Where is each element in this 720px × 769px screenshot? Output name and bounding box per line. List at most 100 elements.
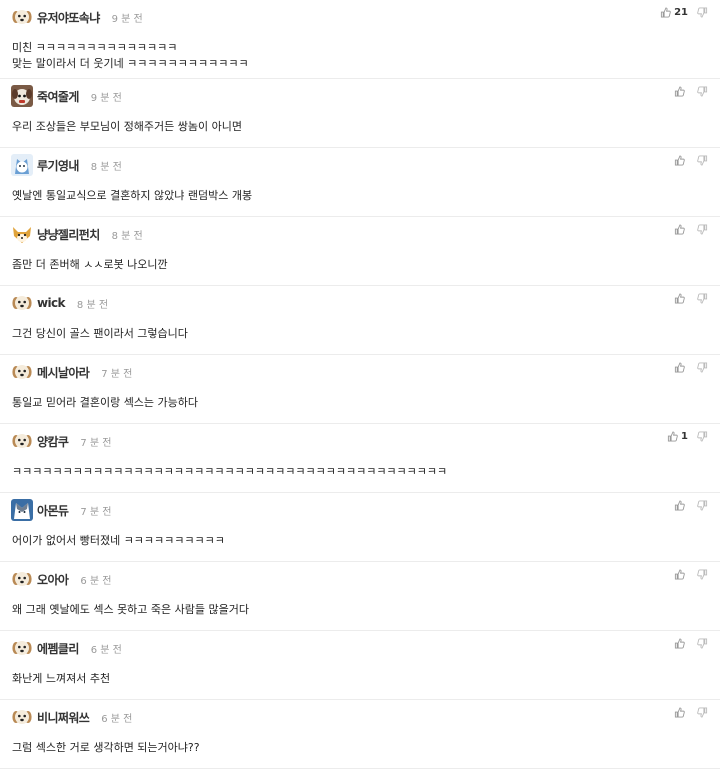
thumbs-down-icon [697,431,708,442]
comment-nickname[interactable]: 메시날아라 [37,364,90,381]
thumbs-up-icon [674,155,685,166]
thumbs-up-icon [674,638,685,649]
dislike-button[interactable] [697,707,708,718]
avatar-puppy-icon[interactable] [11,6,33,28]
avatar-puppy-icon[interactable] [11,361,33,383]
comment-time: 9 분 전 [111,13,143,25]
comment-nickname[interactable]: wick [37,296,66,310]
comment-text-line: 우리 조상들은 부모님이 정해주거든 쌍놈이 아니면 [12,120,243,133]
comment-time: 8 분 전 [111,230,143,242]
thumbs-up-icon [674,362,685,373]
avatar-puppy-icon[interactable] [11,706,33,728]
like-button[interactable] [674,293,688,304]
comment-header: 냥냥젤리펀치 8 분 전 [11,222,720,246]
comment-nickname[interactable]: 오아아 [37,571,69,588]
comment-item: 양캄쿠 7 분 전 ㅋㅋㅋㅋㅋㅋㅋㅋㅋㅋㅋㅋㅋㅋㅋㅋㅋㅋㅋㅋㅋㅋㅋㅋㅋㅋㅋㅋㅋㅋ… [0,424,720,493]
comment-time: 7 분 전 [80,506,112,518]
comment-time: 7 분 전 [101,368,133,380]
comment-body: 그건 당신이 골스 팬이라서 그렇습니다 [11,326,720,342]
like-button[interactable] [674,362,688,373]
avatar-puppy-icon[interactable] [11,637,33,659]
like-button[interactable]: 1 [667,431,688,442]
dislike-button[interactable] [697,224,708,235]
thumbs-up-icon [674,224,685,235]
dislike-button[interactable] [697,7,708,18]
like-button[interactable] [674,500,688,511]
comment-time: 9 분 전 [90,92,122,104]
like-button[interactable] [674,86,688,97]
vote-controls [674,500,708,511]
comment-body: 화난게 느껴져서 추천 [11,671,720,687]
comment-body: 좀만 더 존버해 ㅅㅅ로봇 나오니깐 [11,257,720,273]
comment-item: 비니쩌워쓰 6 분 전 그럼 섹스한 거로 생각하면 되는거아냐?? [0,700,720,769]
comment-body: 통일교 믿어라 결혼이랑 섹스는 가능하다 [11,395,720,411]
like-button[interactable] [674,155,688,166]
comment-body: 그럼 섹스한 거로 생각하면 되는거아냐?? [11,740,720,756]
like-button[interactable] [674,707,688,718]
vote-controls [674,155,708,166]
comment-body: 어이가 없어서 빵터졌네 ㅋㅋㅋㅋㅋㅋㅋㅋㅋㅋ [11,533,720,549]
comment-item: 냥냥젤리펀치 8 분 전 좀만 더 존버해 ㅅㅅ로봇 나오니깐 [0,217,720,286]
comment-time: 6 분 전 [101,713,133,725]
thumbs-up-icon [667,431,678,442]
thumbs-down-icon [697,155,708,166]
thumbs-down-icon [697,362,708,373]
comment-text-line: 미친 ㅋㅋㅋㅋㅋㅋㅋㅋㅋㅋㅋㅋㅋㅋ [12,41,178,54]
like-button[interactable] [674,569,688,580]
comment-body: 옛날엔 통일교식으로 결혼하지 않았냐 랜덤박스 개봉 [11,188,720,204]
dislike-button[interactable] [697,86,708,97]
avatar-puppy-icon[interactable] [11,430,33,452]
dislike-button[interactable] [697,431,708,442]
avatar-puppy-icon[interactable] [11,292,33,314]
avatar-puppy-icon[interactable] [11,568,33,590]
thumbs-down-icon [697,293,708,304]
comment-body: 왜 그래 옛날에도 섹스 못하고 죽은 사람들 많을거다 [11,602,720,618]
comment-text-line: 맞는 말이라서 더 웃기네 ㅋㅋㅋㅋㅋㅋㅋㅋㅋㅋㅋㅋ [12,57,249,70]
comment-header: 아몬듀 7 분 전 [11,498,720,522]
vote-controls [674,569,708,580]
thumbs-up-icon [674,707,685,718]
comment-nickname[interactable]: 냥냥젤리펀치 [37,226,100,243]
like-button[interactable]: 21 [660,7,688,18]
dislike-button[interactable] [697,155,708,166]
comment-header: 유저야또속냐 9 분 전 [11,5,720,29]
like-button[interactable] [674,638,688,649]
avatar-blue-dog-icon[interactable] [11,154,33,176]
comment-nickname[interactable]: 에펨클리 [37,640,79,657]
comment-text-line: 왜 그래 옛날에도 섹스 못하고 죽은 사람들 많을거다 [12,603,249,616]
comment-body: ㅋㅋㅋㅋㅋㅋㅋㅋㅋㅋㅋㅋㅋㅋㅋㅋㅋㅋㅋㅋㅋㅋㅋㅋㅋㅋㅋㅋㅋㅋㅋㅋㅋㅋㅋㅋㅋㅋㅋㅋ… [11,464,720,480]
comment-nickname[interactable]: 죽여줄게 [37,88,79,105]
thumbs-down-icon [697,86,708,97]
comment-time: 8 분 전 [76,299,109,311]
comment-item: 유저야또속냐 9 분 전 미친 ㅋㅋㅋㅋㅋㅋㅋㅋㅋㅋㅋㅋㅋㅋ 맞는 말이라서 더 … [0,0,720,79]
comment-nickname[interactable]: 양캄쿠 [37,433,69,450]
dislike-button[interactable] [697,638,708,649]
thumbs-down-icon [697,500,708,511]
comment-header: 양캄쿠 7 분 전 [11,429,720,453]
dislike-button[interactable] [697,569,708,580]
comment-time: 6 분 전 [80,575,112,587]
like-button[interactable] [674,224,688,235]
avatar-husky-icon[interactable] [11,499,33,521]
comment-nickname[interactable]: 비니쩌워쓰 [37,709,90,726]
comment-text-line: 어이가 없어서 빵터졌네 ㅋㅋㅋㅋㅋㅋㅋㅋㅋㅋ [12,534,225,547]
avatar-shiba-icon[interactable] [11,223,33,245]
comment-nickname[interactable]: 유저야또속냐 [37,9,100,26]
comment-item: wick 8 분 전 그건 당신이 골스 팬이라서 그렇습니다 [0,286,720,355]
comment-nickname[interactable]: 아몬듀 [37,502,69,519]
thumbs-down-icon [697,224,708,235]
comment-nickname[interactable]: 루기영내 [37,157,79,174]
thumbs-down-icon [697,638,708,649]
comment-item: 아몬듀 7 분 전 어이가 없어서 빵터졌네 ㅋㅋㅋㅋㅋㅋㅋㅋㅋㅋ [0,493,720,562]
dislike-button[interactable] [697,293,708,304]
thumbs-up-icon [674,86,685,97]
comment-item: 루기영내 8 분 전 옛날엔 통일교식으로 결혼하지 않았냐 랜덤박스 개봉 [0,148,720,217]
comment-text-line: ㅋㅋㅋㅋㅋㅋㅋㅋㅋㅋㅋㅋㅋㅋㅋㅋㅋㅋㅋㅋㅋㅋㅋㅋㅋㅋㅋㅋㅋㅋㅋㅋㅋㅋㅋㅋㅋㅋㅋㅋ… [12,465,448,478]
avatar-dog-photo-icon[interactable] [11,85,33,107]
comment-body: 우리 조상들은 부모님이 정해주거든 쌍놈이 아니면 [11,119,720,135]
dislike-button[interactable] [697,500,708,511]
vote-controls: 21 [660,7,708,18]
vote-controls [674,638,708,649]
thumbs-up-icon [674,500,685,511]
dislike-button[interactable] [697,362,708,373]
